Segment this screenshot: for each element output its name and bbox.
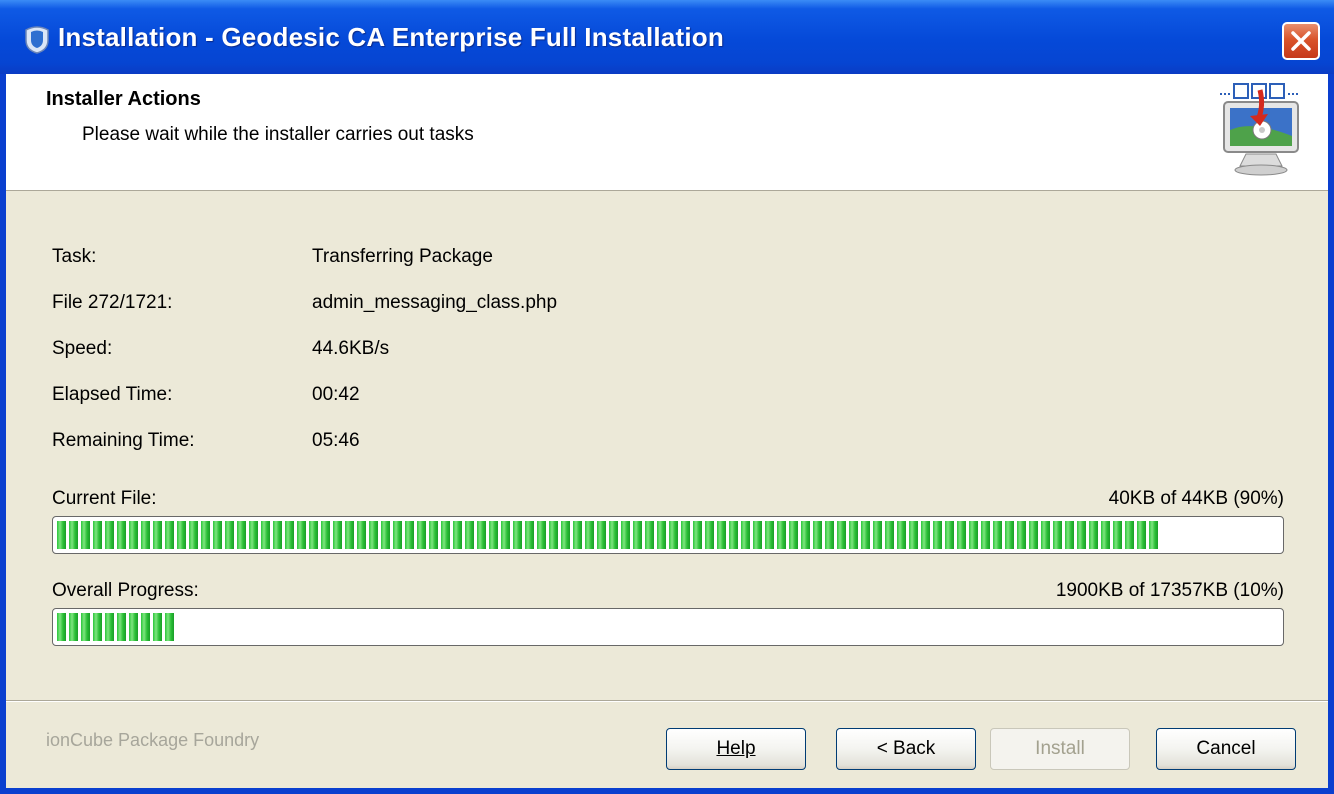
window-title: Installation - Geodesic CA Enterprise Fu… [58, 22, 724, 52]
current-file-status: 40KB of 44KB (90%) [1108, 488, 1284, 509]
current-file-progress-bar [52, 516, 1284, 554]
title-bar[interactable]: Installation - Geodesic CA Enterprise Fu… [0, 0, 1334, 74]
footer-divider [6, 700, 1328, 702]
file-count-label: File 272/1721: [52, 292, 173, 313]
remaining-time-label: Remaining Time: [52, 430, 195, 451]
task-value: Transferring Package [312, 246, 493, 267]
install-button-label: Install [1035, 738, 1085, 759]
back-button[interactable]: < Back [836, 728, 976, 770]
page-title: Installer Actions [46, 88, 201, 110]
dialog-body: Installer Actions Please wait while the … [6, 74, 1328, 788]
back-button-label: < Back [876, 738, 936, 759]
speed-label: Speed: [52, 338, 113, 359]
close-button[interactable] [1282, 22, 1320, 60]
overall-progress-status: 1900KB of 17357KB (10%) [1055, 580, 1284, 601]
page-subtitle: Please wait while the installer carries … [82, 124, 474, 145]
install-button[interactable]: Install [990, 728, 1130, 770]
help-button[interactable]: Help [666, 728, 806, 770]
remaining-time-value: 05:46 [312, 430, 360, 451]
brand-label: ionCube Package Foundry [46, 730, 260, 750]
installer-monitor-icon [1212, 80, 1312, 180]
installer-window: Installation - Geodesic CA Enterprise Fu… [0, 0, 1334, 794]
cancel-button[interactable]: Cancel [1156, 728, 1296, 770]
task-label: Task: [52, 246, 97, 267]
current-file-progress-fill [57, 521, 1161, 549]
current-file-label: Current File: [52, 488, 157, 509]
cancel-button-label: Cancel [1196, 738, 1256, 759]
elapsed-time-label: Elapsed Time: [52, 384, 173, 405]
speed-value: 44.6KB/s [312, 338, 390, 359]
wizard-header: Installer Actions Please wait while the … [6, 74, 1328, 191]
close-icon [1291, 31, 1311, 51]
file-name-value: admin_messaging_class.php [312, 292, 558, 313]
overall-progress-label: Overall Progress: [52, 580, 199, 601]
app-shield-icon [22, 24, 52, 54]
elapsed-time-value: 00:42 [312, 384, 360, 405]
help-button-label: Help [716, 738, 756, 759]
overall-progress-bar [52, 608, 1284, 646]
overall-progress-fill [57, 613, 177, 641]
